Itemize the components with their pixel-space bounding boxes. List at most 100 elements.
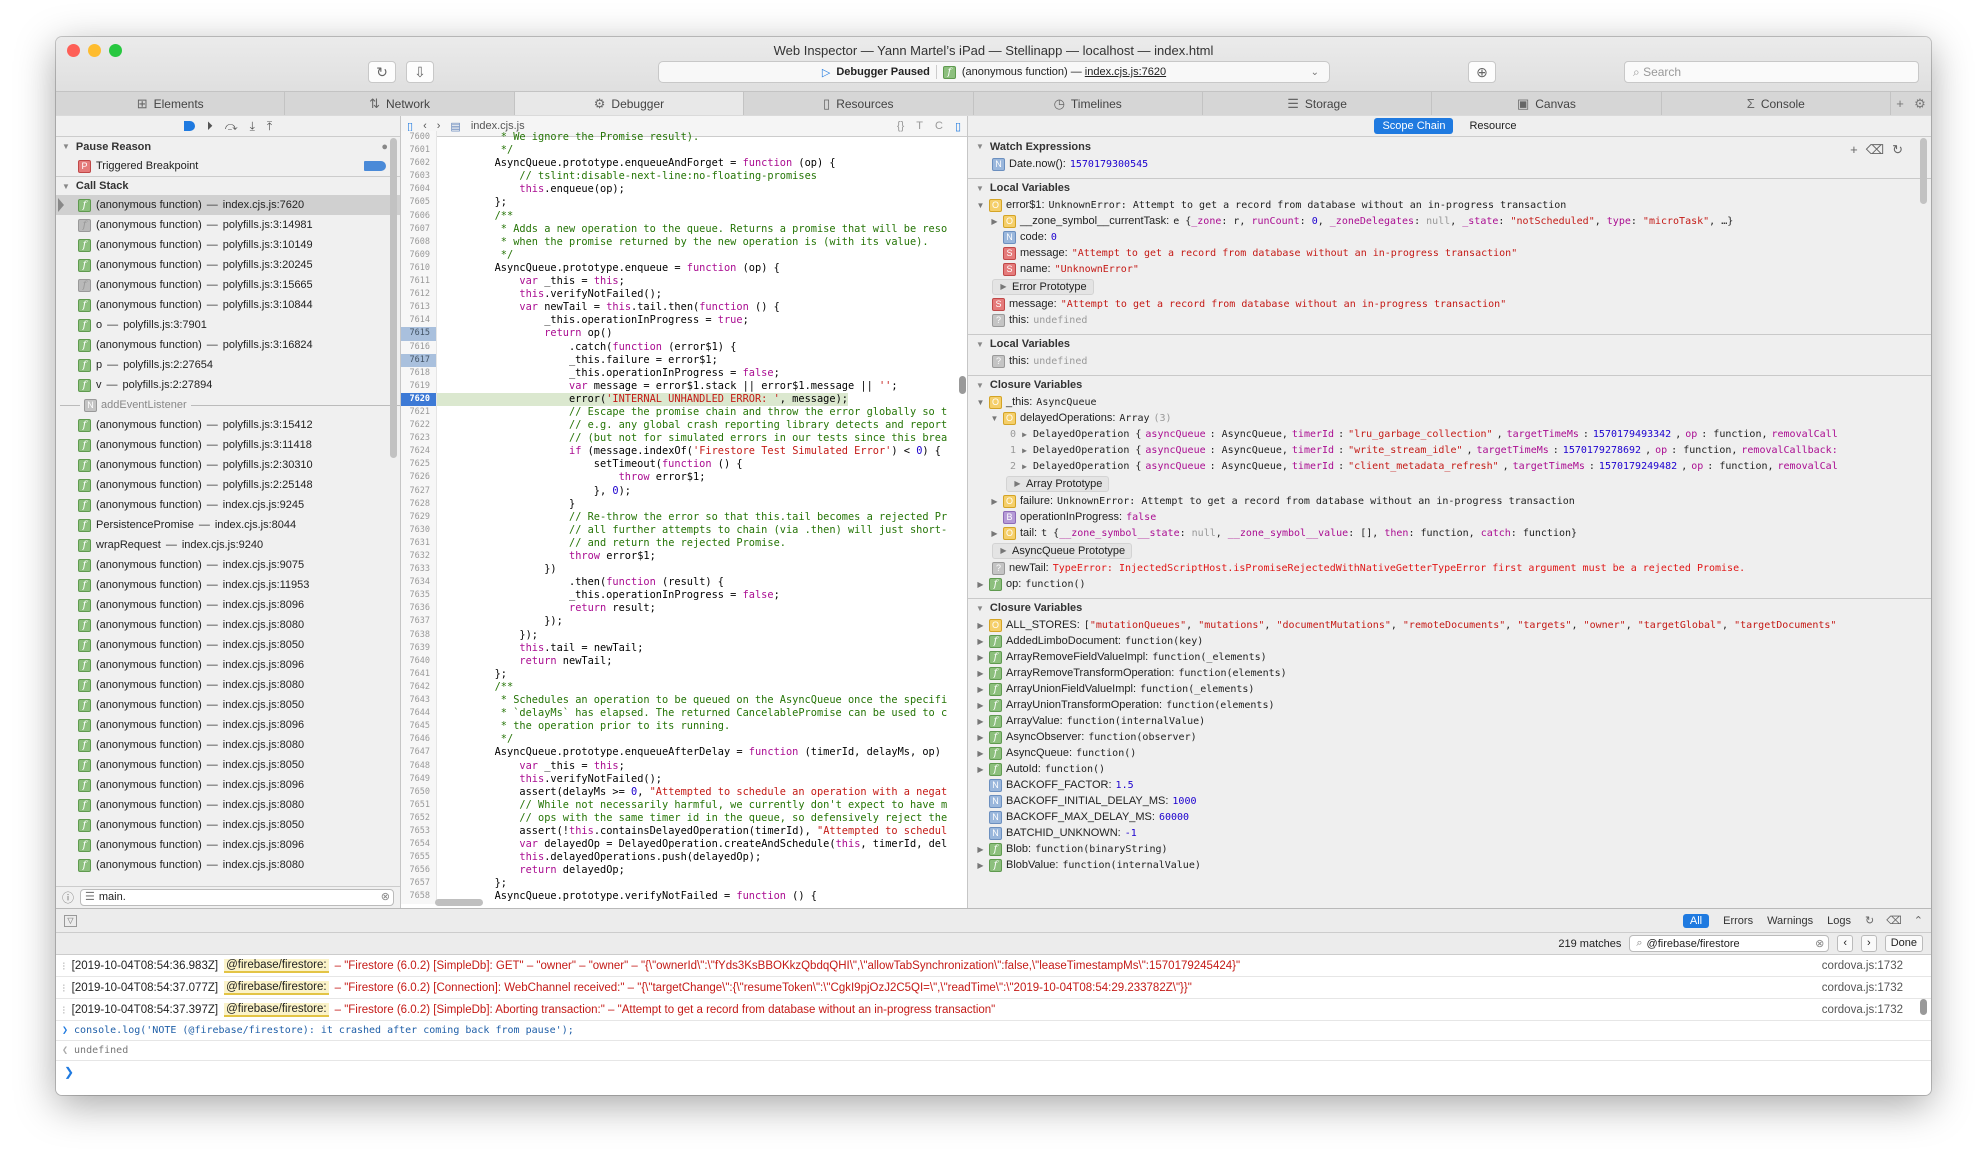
- line-number[interactable]: 7611: [401, 275, 437, 289]
- line-number[interactable]: 7622: [401, 419, 437, 433]
- line-number[interactable]: 7642: [401, 680, 437, 695]
- line-number[interactable]: 7649: [401, 772, 437, 786]
- line-number[interactable]: 7639: [401, 641, 437, 655]
- scope-property[interactable]: ▶ f BlobValue: function(internalValue): [968, 857, 1931, 873]
- scope-property[interactable]: Sname: "UnknownError": [968, 261, 1931, 277]
- clear-find-icon[interactable]: ⊗: [1815, 937, 1824, 950]
- tab-timelines[interactable]: ◷ Timelines: [973, 92, 1203, 115]
- scope-property[interactable]: ▶ f AutoId: function(): [968, 761, 1931, 777]
- call-frame[interactable]: f (anonymous function) — index.cjs.js:907…: [56, 555, 400, 575]
- frame-link[interactable]: index.cjs.js:7620: [1085, 66, 1166, 78]
- call-frame[interactable]: f (anonymous function) — index.cjs.js:809…: [56, 595, 400, 615]
- line-number[interactable]: 7600: [401, 131, 437, 145]
- line-number[interactable]: 7619: [401, 379, 437, 393]
- source-location-link[interactable]: cordova.js:1732: [1815, 1003, 1903, 1016]
- tab-debugger[interactable]: ⚙ Debugger: [514, 92, 745, 115]
- scope-property[interactable]: ▼ O _this: AsyncQueue: [968, 394, 1931, 410]
- next-match-button[interactable]: ›: [1861, 935, 1877, 952]
- pause-reason-item[interactable]: P Triggered Breakpoint: [56, 156, 400, 176]
- line-number[interactable]: 7645: [401, 720, 437, 734]
- scope-property[interactable]: ▶ f AsyncQueue: function(): [968, 745, 1931, 761]
- clear-filter-icon[interactable]: ⊗: [381, 890, 390, 905]
- call-frame[interactable]: f (anonymous function) — polyfills.js:3:2…: [56, 255, 400, 275]
- line-number[interactable]: 7604: [401, 183, 437, 197]
- scope-property[interactable]: ▶ Otail: t {__zone_symbol__state: null, __…: [968, 525, 1931, 541]
- call-frame[interactable]: fp — polyfills.js:2:27654: [56, 355, 400, 375]
- source-location-link[interactable]: cordova.js:1732: [1815, 959, 1903, 972]
- search-input[interactable]: ⌕ Search: [1624, 61, 1919, 83]
- call-frame[interactable]: f (anonymous function) — index.cjs.js:805…: [56, 755, 400, 775]
- filter-logs[interactable]: Logs: [1827, 915, 1851, 927]
- array-item[interactable]: 2 ▶ DelayedOperation {asyncQueue: AsyncQue…: [968, 458, 1931, 474]
- line-number[interactable]: 7647: [401, 746, 437, 760]
- call-frame[interactable]: f (anonymous function) — index.cjs.js:808…: [56, 615, 400, 635]
- call-frame[interactable]: f wrapRequest — index.cjs.js:9240: [56, 535, 400, 555]
- line-number[interactable]: 7631: [401, 536, 437, 550]
- tab-storage[interactable]: ☰ Storage: [1202, 92, 1433, 115]
- scope-property[interactable]: ▶ f ArrayUnionTransformOperation: function(…: [968, 697, 1931, 713]
- tab-elements[interactable]: ⊞ Elements: [56, 92, 286, 115]
- filter-all[interactable]: All: [1682, 913, 1710, 928]
- line-number[interactable]: 7630: [401, 523, 437, 537]
- tab-network[interactable]: ⇅ Network: [285, 92, 515, 115]
- done-button[interactable]: Done: [1884, 935, 1923, 952]
- scope-property[interactable]: ▶ f Blob: function(binaryString): [968, 841, 1931, 857]
- add-tab-icon[interactable]: +: [1896, 96, 1904, 111]
- call-frame[interactable]: f (anonymous function) — polyfills.js:2:3…: [56, 455, 400, 475]
- line-number[interactable]: 7634: [401, 576, 437, 590]
- line-number[interactable]: 7608: [401, 235, 437, 249]
- line-number[interactable]: 7635: [401, 589, 437, 603]
- call-stack-header[interactable]: ▼ Call Stack: [56, 176, 400, 195]
- call-frame[interactable]: fv — polyfills.js:2:27894: [56, 375, 400, 395]
- array-item[interactable]: 1 ▶ DelayedOperation {asyncQueue: AsyncQue…: [968, 442, 1931, 458]
- line-number[interactable]: 7637: [401, 615, 437, 629]
- line-number[interactable]: 7656: [401, 864, 437, 878]
- line-number[interactable]: 7627: [401, 484, 437, 498]
- call-frame[interactable]: f (anonymous function) — polyfills.js:3:1…: [56, 335, 400, 355]
- go-to-icon[interactable]: ●: [381, 141, 388, 153]
- scope-property[interactable]: ▼ OdelayedOperations: Array (3): [968, 410, 1931, 426]
- step-out-icon[interactable]: ⤒: [267, 119, 272, 134]
- breakpoint-gutter[interactable]: 7617: [401, 353, 437, 367]
- scope-property[interactable]: ▼ Oerror$1: UnknownError: Attempt to get a…: [968, 197, 1931, 213]
- reload-button[interactable]: ↻: [368, 61, 396, 83]
- clear-watch-icon[interactable]: ⌫: [1866, 142, 1884, 158]
- line-number[interactable]: 7653: [401, 824, 437, 839]
- watch-expressions-header[interactable]: ▼ Watch Expressions: [968, 137, 1931, 156]
- call-frame[interactable]: f (anonymous function) — index.cjs.js:808…: [56, 855, 400, 875]
- call-frame[interactable]: f (anonymous function) — index.cjs.js:805…: [56, 635, 400, 655]
- console-scrollbar[interactable]: [1920, 999, 1927, 1015]
- line-number[interactable]: 7629: [401, 510, 437, 524]
- navigator-scrollbar[interactable]: [390, 138, 397, 458]
- call-frame[interactable]: f (anonymous function) — index.cjs.js:809…: [56, 835, 400, 855]
- line-number[interactable]: 7625: [401, 458, 437, 472]
- breakpoint-gutter[interactable]: 7620: [401, 392, 437, 406]
- scope-property[interactable]: ? this: undefined: [968, 353, 1931, 369]
- preserve-log-icon[interactable]: ↻: [1865, 914, 1874, 927]
- scope-property[interactable]: ▶ O ALL_STORES: ["mutationQueues", "mutatio…: [968, 617, 1931, 633]
- editor-horizontal-scrollbar[interactable]: [435, 899, 483, 906]
- call-frame[interactable]: f (anonymous function) — index.cjs.js:762…: [56, 195, 400, 215]
- closure-variables-header[interactable]: ▼ Closure Variables: [968, 375, 1931, 394]
- tab-canvas[interactable]: ▣ Canvas: [1432, 92, 1662, 115]
- call-frame[interactable]: f (anonymous function) — index.cjs.js:924…: [56, 495, 400, 515]
- chevron-down-icon[interactable]: ⌄: [1311, 67, 1319, 78]
- expand-console-icon[interactable]: ⌃: [1914, 914, 1923, 927]
- line-number[interactable]: 7614: [401, 314, 437, 328]
- breakpoints-toggle-icon[interactable]: [183, 121, 195, 131]
- line-number[interactable]: 7606: [401, 209, 437, 223]
- scope-property[interactable]: ▶ f ArrayValue: function(internalValue): [968, 713, 1931, 729]
- call-frame[interactable]: f (anonymous function) — index.cjs.js:805…: [56, 815, 400, 835]
- call-frame[interactable]: f (anonymous function) — index.cjs.js:808…: [56, 795, 400, 815]
- local-variables-header[interactable]: ▼ Local Variables: [968, 178, 1931, 197]
- line-number[interactable]: 7632: [401, 550, 437, 564]
- scope-property[interactable]: ▶ f op: function(): [968, 576, 1931, 592]
- scope-property[interactable]: ▶ O __zone_symbol__currentTask: e {_zone: r…: [968, 213, 1931, 229]
- line-number[interactable]: 7640: [401, 654, 437, 668]
- editor-vertical-scrollbar[interactable]: [959, 376, 966, 394]
- line-number[interactable]: 7652: [401, 811, 437, 825]
- scope-property[interactable]: ? this: undefined: [968, 312, 1931, 328]
- line-number[interactable]: 7628: [401, 497, 437, 511]
- scope-chain-tab[interactable]: Scope Chain: [1374, 118, 1454, 134]
- warning-filter-icon[interactable]: ⓘ: [62, 889, 74, 906]
